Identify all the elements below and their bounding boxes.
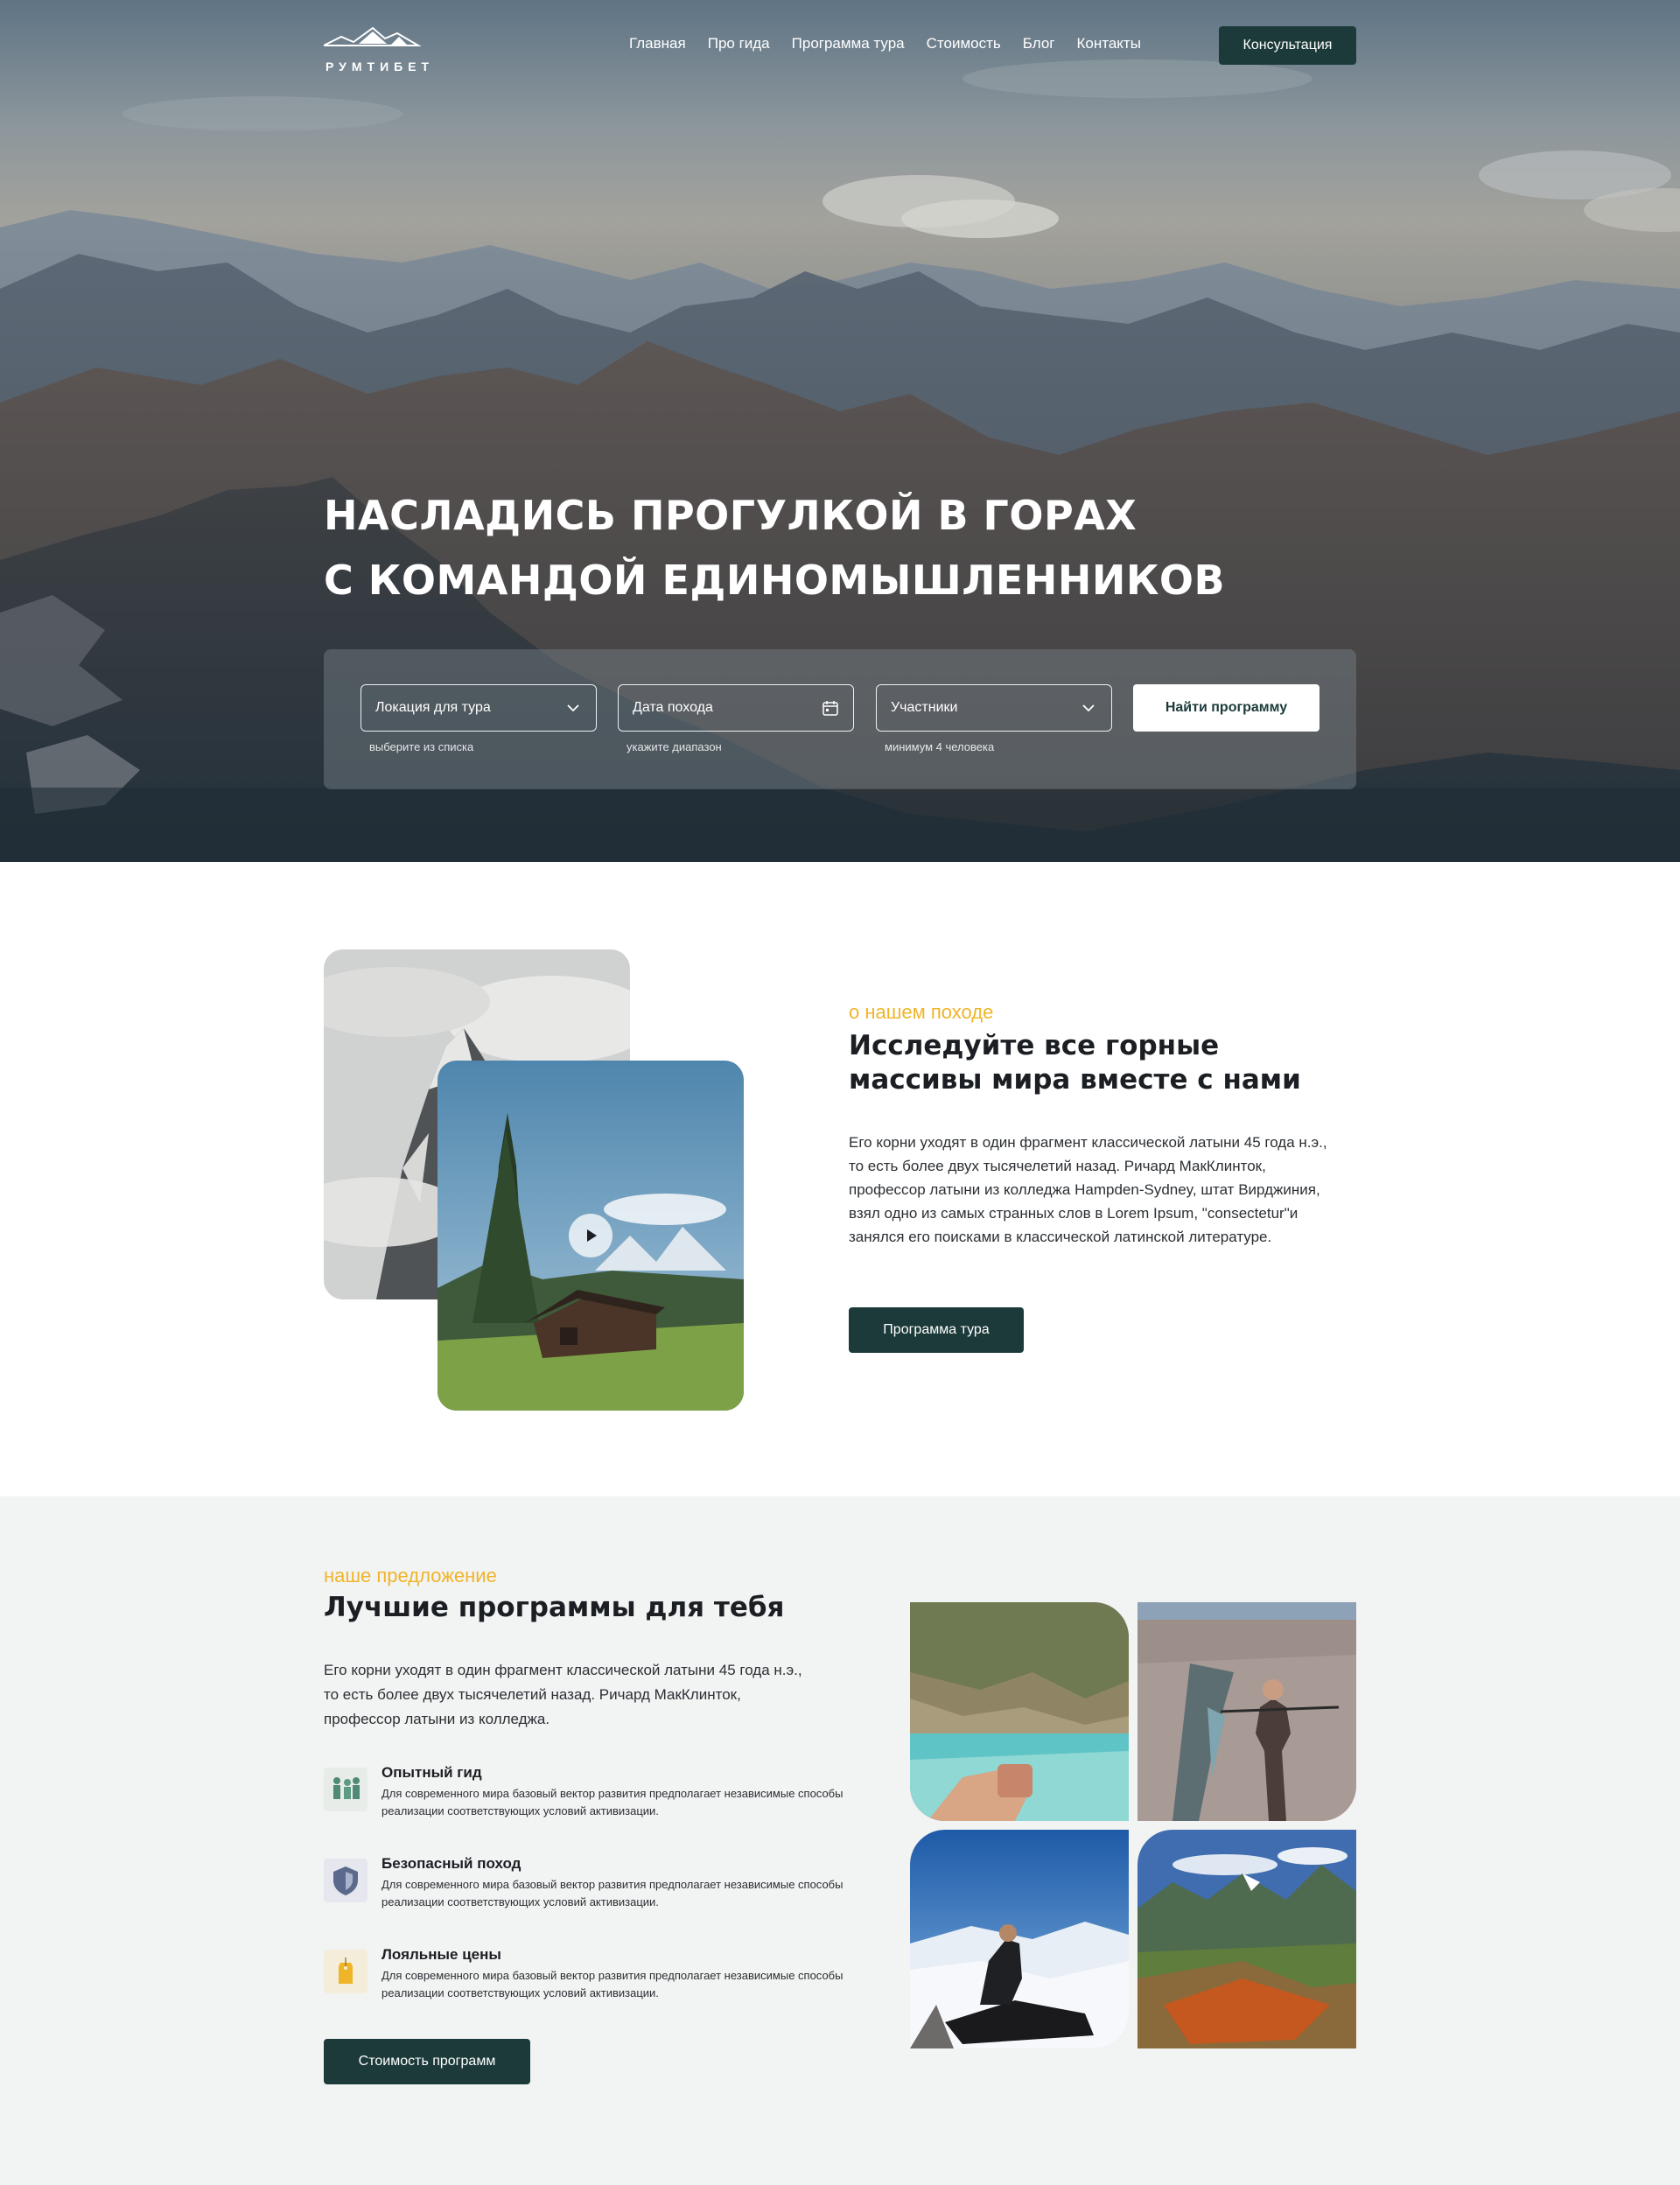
tour-program-button[interactable]: Программа тура [849,1307,1024,1353]
feature-text: Для современного мира базовый вектор раз… [382,1878,844,1908]
program-prices-button[interactable]: Стоимость программ [324,2039,530,2084]
main-navbar: РУМТИБЕТ Главная Про гида Программа тура… [323,19,1356,74]
date-field-label: Дата похода [633,700,713,715]
programs-tag: наше предложение [324,1565,497,1586]
hero-title: НАСЛАДИСЬ ПРОГУЛКОЙ В ГОРАХ С КОМАНДОЙ Е… [324,483,1286,613]
logo[interactable]: РУМТИБЕТ [323,19,446,74]
nav-item-tour-program[interactable]: Программа тура [792,35,905,53]
gallery-photo-lagoon[interactable] [910,1602,1129,1821]
date-range-field[interactable]: Дата похода [618,684,854,732]
nav-menu: Главная Про гида Программа тура Стоимост… [629,35,1163,53]
location-hint: выберите из списка [369,740,474,753]
mountain-logo-icon [323,26,422,46]
nav-item-contacts[interactable]: Контакты [1076,35,1140,53]
nav-item-price[interactable]: Стоимость [927,35,1001,53]
about-tag: о нашем походе [849,1001,994,1023]
feature-text: Для современного мира базовый вектор раз… [382,1787,844,1817]
date-hint: укажите диапазон [626,740,722,753]
consultation-button[interactable]: Консультация [1219,26,1356,65]
feature-experienced-guide: Опытный гид Для современного мира базовы… [324,1764,849,1825]
play-video-button[interactable] [569,1214,612,1257]
feature-loyal-prices: Лояльные цены Для современного мира базо… [324,1946,849,2007]
turquoise-lagoon-image [910,1602,1129,1821]
play-icon [587,1229,597,1242]
hero-title-line1: НАСЛАДИСЬ ПРОГУЛКОЙ В ГОРАХ [324,492,1138,539]
feature-title: Лояльные цены [382,1946,501,1963]
find-program-button[interactable]: Найти программу [1133,684,1320,732]
programs-title: Лучшие программы для тебя [324,1592,785,1623]
hero-title-line2: С КОМАНДОЙ ЕДИНОМЫШЛЕННИКОВ [324,557,1226,604]
feature-text: Для современного мира базовый вектор раз… [382,1969,844,1999]
about-text: Его корни уходят в один фрагмент классич… [849,1134,1327,1245]
participants-select[interactable]: Участники [876,684,1112,732]
gallery-photo-canyon[interactable] [1138,1602,1356,1821]
chevron-down-icon [1082,704,1095,712]
snowmobile-rider-image [910,1830,1129,2048]
mountain-valley-image [1138,1830,1356,2048]
price-tag-icon [324,1950,368,1993]
shield-icon [324,1859,368,1902]
programs-text: Его корни уходят в один фрагмент классич… [324,1662,802,1727]
people-icon [324,1768,368,1811]
location-select-label: Локация для тура [375,700,491,715]
about-title: Исследуйте все горные массивы мира вмест… [849,1030,1301,1096]
participants-hint: минимум 4 человека [885,740,995,753]
feature-title: Безопасный поход [382,1855,522,1872]
chevron-down-icon [567,704,579,712]
gallery-photo-snowmobile[interactable] [910,1830,1129,2048]
feature-title: Опытный гид [382,1764,482,1781]
canyon-hiker-image [1138,1602,1356,1821]
logo-text: РУМТИБЕТ [326,60,435,74]
nav-item-home[interactable]: Главная [629,35,686,53]
tour-search-panel: Локация для тура выберите из списка Дата… [324,649,1356,789]
calendar-icon [822,701,838,716]
participants-select-label: Участники [891,700,958,715]
hero-section: РУМТИБЕТ Главная Про гида Программа тура… [0,0,1680,862]
gallery-photo-valley[interactable] [1138,1830,1356,2048]
nav-item-blog[interactable]: Блог [1023,35,1055,53]
nav-item-about-guide[interactable]: Про гида [708,35,770,53]
programs-section [0,1496,1680,2185]
location-select[interactable]: Локация для тура [360,684,597,732]
about-video-cabin[interactable] [438,1061,744,1411]
feature-safe-hike: Безопасный поход Для современного мира б… [324,1855,849,1916]
